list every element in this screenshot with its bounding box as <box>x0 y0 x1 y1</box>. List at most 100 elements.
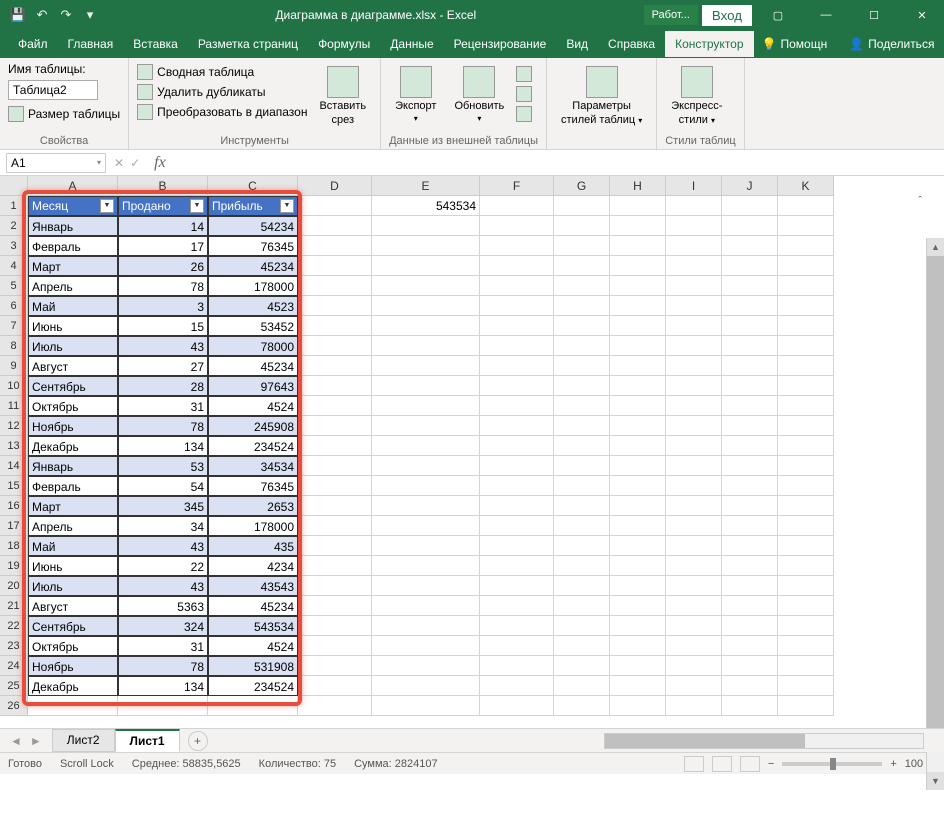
cell[interactable] <box>480 276 554 296</box>
cell[interactable]: 3 <box>118 296 208 316</box>
cell[interactable] <box>480 596 554 616</box>
cell[interactable] <box>554 356 610 376</box>
cell[interactable] <box>722 296 778 316</box>
cell[interactable]: 31 <box>118 636 208 656</box>
cell[interactable] <box>480 536 554 556</box>
cell[interactable]: Июль <box>28 336 118 356</box>
cell[interactable] <box>298 456 372 476</box>
express-styles-button[interactable]: Экспресс-стили ▾ <box>665 62 728 130</box>
cell[interactable] <box>480 336 554 356</box>
horizontal-scrollbar[interactable] <box>604 733 924 749</box>
cell[interactable] <box>298 616 372 636</box>
cell[interactable]: 43 <box>118 536 208 556</box>
cell[interactable]: 43543 <box>208 576 298 596</box>
cell[interactable] <box>298 636 372 656</box>
cell[interactable]: Август <box>28 356 118 376</box>
cell[interactable] <box>372 456 480 476</box>
cell[interactable] <box>778 196 834 216</box>
cell[interactable] <box>778 416 834 436</box>
cell[interactable]: 54234 <box>208 216 298 236</box>
cell[interactable] <box>554 536 610 556</box>
tab-разметка страниц[interactable]: Разметка страниц <box>188 31 308 57</box>
cell[interactable] <box>372 556 480 576</box>
col-header[interactable]: I <box>666 176 722 196</box>
cell[interactable] <box>554 556 610 576</box>
col-header[interactable]: K <box>778 176 834 196</box>
cell[interactable] <box>298 496 372 516</box>
cell[interactable] <box>554 336 610 356</box>
row-header[interactable]: 8 <box>0 336 28 356</box>
cell[interactable]: Октябрь <box>28 636 118 656</box>
cell[interactable] <box>298 316 372 336</box>
row-header[interactable]: 12 <box>0 416 28 436</box>
cell[interactable] <box>722 456 778 476</box>
cell[interactable] <box>666 496 722 516</box>
row-header[interactable]: 9 <box>0 356 28 376</box>
cell[interactable] <box>372 396 480 416</box>
zoom-in-icon[interactable]: + <box>890 758 896 770</box>
cell[interactable]: Февраль <box>28 476 118 496</box>
table-name-input[interactable] <box>8 80 98 100</box>
row-header[interactable]: 15 <box>0 476 28 496</box>
cell[interactable] <box>778 436 834 456</box>
cell[interactable]: 543534 <box>208 616 298 636</box>
tab-формулы[interactable]: Формулы <box>308 31 380 57</box>
cell[interactable] <box>480 436 554 456</box>
name-box[interactable]: A1▾ <box>6 153 106 173</box>
cell[interactable] <box>666 476 722 496</box>
row-header[interactable]: 23 <box>0 636 28 656</box>
cell[interactable] <box>778 496 834 516</box>
tab-рецензирование[interactable]: Рецензирование <box>444 31 557 57</box>
cell[interactable] <box>480 476 554 496</box>
cell[interactable] <box>610 376 666 396</box>
cell[interactable]: 45234 <box>208 356 298 376</box>
cell[interactable] <box>298 556 372 576</box>
cell[interactable] <box>666 416 722 436</box>
cell[interactable] <box>610 216 666 236</box>
cell[interactable] <box>554 376 610 396</box>
pivot-button[interactable]: Сводная таблица <box>137 62 307 82</box>
sheet-nav-prev-icon[interactable]: ◄ <box>10 734 22 748</box>
add-sheet-button[interactable]: + <box>188 731 208 751</box>
cell[interactable]: 14 <box>118 216 208 236</box>
cell[interactable] <box>610 316 666 336</box>
cell[interactable] <box>298 296 372 316</box>
tab-конструктор[interactable]: Конструктор <box>665 31 753 57</box>
row-header[interactable]: 13 <box>0 436 28 456</box>
cell[interactable] <box>666 376 722 396</box>
cell[interactable] <box>666 436 722 456</box>
cell[interactable]: Декабрь <box>28 436 118 456</box>
cell[interactable] <box>610 456 666 476</box>
cell[interactable] <box>372 496 480 516</box>
cell[interactable] <box>298 576 372 596</box>
cell[interactable]: 5363 <box>118 596 208 616</box>
col-header[interactable]: J <box>722 176 778 196</box>
cell[interactable] <box>480 576 554 596</box>
scroll-thumb[interactable] <box>927 256 944 736</box>
cell[interactable]: Июнь <box>28 556 118 576</box>
row-header[interactable]: 17 <box>0 516 28 536</box>
enter-formula-icon[interactable]: ✓ <box>130 156 140 170</box>
tab-справка[interactable]: Справка <box>598 31 665 57</box>
cell[interactable] <box>372 676 480 696</box>
cell[interactable]: Май <box>28 296 118 316</box>
cell[interactable] <box>372 236 480 256</box>
cell[interactable] <box>298 336 372 356</box>
cell[interactable] <box>554 456 610 476</box>
vertical-scrollbar[interactable]: ▲ ▼ <box>926 238 944 790</box>
cell[interactable]: 324 <box>118 616 208 636</box>
cell[interactable] <box>722 556 778 576</box>
cell[interactable] <box>298 356 372 376</box>
select-all-corner[interactable] <box>0 176 28 196</box>
cell[interactable] <box>554 436 610 456</box>
cell[interactable] <box>778 456 834 476</box>
grid[interactable]: ABCDEFGHIJK 1234567891011121314151617181… <box>0 176 944 728</box>
row-header[interactable]: 26 <box>0 696 28 716</box>
cell[interactable]: Декабрь <box>28 676 118 696</box>
cell[interactable]: 54 <box>118 476 208 496</box>
tab-файл[interactable]: Файл <box>8 31 58 57</box>
cell[interactable] <box>722 196 778 216</box>
cell[interactable] <box>610 196 666 216</box>
cell[interactable] <box>298 256 372 276</box>
cell[interactable] <box>372 576 480 596</box>
